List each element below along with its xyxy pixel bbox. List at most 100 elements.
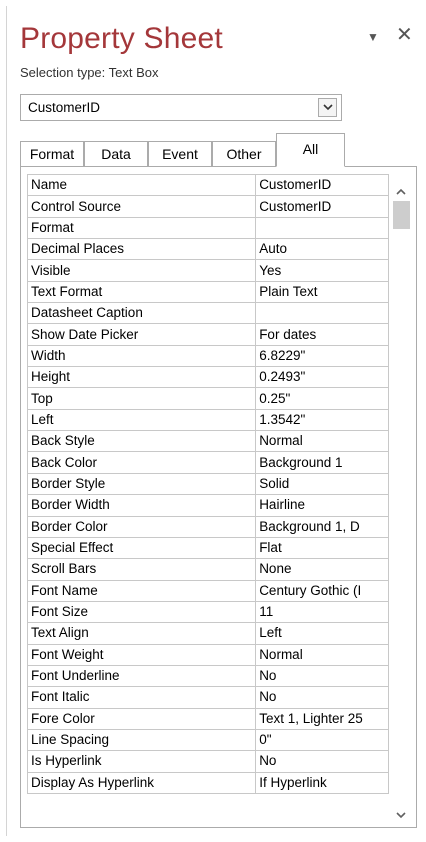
property-value[interactable]: Century Gothic (I <box>255 579 389 602</box>
property-name: Top <box>26 387 257 410</box>
property-row[interactable]: Datasheet Caption <box>26 302 389 325</box>
property-row[interactable]: Is Hyperlink No <box>26 750 389 773</box>
property-value[interactable]: 0.2493" <box>255 366 389 389</box>
property-value[interactable]: Normal <box>255 430 389 453</box>
property-row[interactable]: Show Date Picker For dates <box>26 323 389 346</box>
property-value[interactable]: Background 1, D <box>255 515 389 538</box>
close-icon[interactable]: ✕ <box>396 22 413 47</box>
property-name: Show Date Picker <box>26 323 257 346</box>
combo-dropdown-button[interactable] <box>318 98 337 117</box>
tab-all[interactable]: All <box>276 133 345 167</box>
property-name: Width <box>26 344 257 368</box>
property-value[interactable]: Auto <box>255 238 389 261</box>
tab-strip: Format Data Event Other All <box>20 133 400 167</box>
selection-combo[interactable]: CustomerID <box>20 94 342 121</box>
property-value[interactable] <box>255 302 389 325</box>
property-name: Font Underline <box>26 664 257 688</box>
property-row[interactable]: Back Color Background 1 <box>26 451 389 474</box>
property-row[interactable]: Height 0.2493" <box>26 366 389 389</box>
property-value[interactable]: CustomerID <box>255 173 389 197</box>
property-name: Back Style <box>26 430 257 453</box>
property-value[interactable]: Solid <box>255 472 389 496</box>
property-value[interactable]: Flat <box>255 536 389 560</box>
property-value[interactable]: 1.3542" <box>255 408 389 432</box>
selection-combo-value: CustomerID <box>28 100 101 115</box>
property-value[interactable]: If Hyperlink <box>255 771 389 794</box>
property-value[interactable]: Text 1, Lighter 25 <box>255 707 389 730</box>
property-name: Back Color <box>26 451 257 474</box>
property-name: Font Weight <box>26 643 257 666</box>
property-name: Datasheet Caption <box>26 302 257 325</box>
scroll-down-icon[interactable] <box>390 805 412 825</box>
property-row[interactable]: Display As Hyperlink If Hyperlink <box>26 771 389 794</box>
property-row[interactable]: Text Align Left <box>26 622 389 645</box>
property-name: Format <box>26 216 257 240</box>
property-row[interactable]: Line Spacing 0" <box>26 728 389 752</box>
property-row[interactable]: Back Style Normal <box>26 430 389 453</box>
scroll-thumb[interactable] <box>393 201 410 229</box>
property-row[interactable]: Fore Color Text 1, Lighter 25 <box>26 707 389 730</box>
property-value[interactable]: Plain Text <box>255 280 389 304</box>
property-name: Line Spacing <box>26 728 257 752</box>
property-name: Fore Color <box>26 707 257 730</box>
property-value[interactable]: Hairline <box>255 494 389 517</box>
property-value[interactable]: For dates <box>255 323 389 346</box>
tab-other[interactable]: Other <box>212 141 276 166</box>
property-row[interactable]: Scroll Bars None <box>26 558 389 581</box>
property-value[interactable]: Background 1 <box>255 451 389 474</box>
property-row[interactable]: Special Effect Flat <box>26 536 389 560</box>
property-row[interactable]: Text Format Plain Text <box>26 280 389 304</box>
property-name: Text Format <box>26 280 257 304</box>
property-name: Font Italic <box>26 686 257 709</box>
property-value[interactable]: 0.25" <box>255 387 389 410</box>
property-name: Font Size <box>26 600 257 624</box>
tab-format[interactable]: Format <box>20 141 84 166</box>
property-row[interactable]: Font Underline No <box>26 664 389 688</box>
property-row[interactable]: Border Color Background 1, D <box>26 515 389 538</box>
property-row[interactable]: Left 1.3542" <box>26 408 389 432</box>
property-name: Height <box>26 366 257 389</box>
property-name: Control Source <box>26 195 257 218</box>
property-row[interactable]: Format <box>26 216 389 240</box>
property-grid-frame: Name CustomerID Control Source CustomerID Fo… <box>20 166 417 828</box>
property-value[interactable]: 0" <box>255 728 389 752</box>
property-row[interactable]: Decimal Places Auto <box>26 238 389 261</box>
property-row[interactable]: Width 6.8229" <box>26 344 389 368</box>
tab-event[interactable]: Event <box>148 141 212 166</box>
dropdown-arrow-icon[interactable]: ▼ <box>367 30 379 44</box>
property-value[interactable]: No <box>255 686 389 709</box>
property-value[interactable]: No <box>255 750 389 773</box>
property-name: Border Style <box>26 472 257 496</box>
property-row[interactable]: Border Style Solid <box>26 472 389 496</box>
property-row[interactable]: Visible Yes <box>26 259 389 282</box>
property-name: Text Align <box>26 622 257 645</box>
property-name: Scroll Bars <box>26 558 257 581</box>
tab-data[interactable]: Data <box>84 141 148 166</box>
chevron-down-icon <box>323 104 333 111</box>
property-row[interactable]: Font Name Century Gothic (I <box>26 579 389 602</box>
property-value[interactable]: 6.8229" <box>255 344 389 368</box>
pane-title: Property Sheet <box>20 22 223 55</box>
property-row[interactable]: Font Size 11 <box>26 600 389 624</box>
property-row[interactable]: Border Width Hairline <box>26 494 389 517</box>
property-value[interactable] <box>255 216 389 240</box>
property-name: Border Width <box>26 494 257 517</box>
property-name: Is Hyperlink <box>26 750 257 773</box>
property-row[interactable]: Name CustomerID <box>26 173 389 197</box>
scroll-up-icon[interactable] <box>390 182 412 202</box>
property-name: Left <box>26 408 257 432</box>
property-value[interactable]: Left <box>255 622 389 645</box>
vertical-scrollbar[interactable] <box>390 174 412 825</box>
property-value[interactable]: CustomerID <box>255 195 389 218</box>
property-row[interactable]: Top 0.25" <box>26 387 389 410</box>
property-row[interactable]: Font Weight Normal <box>26 643 389 666</box>
property-value[interactable]: Yes <box>255 259 389 282</box>
property-value[interactable]: No <box>255 664 389 688</box>
property-row[interactable]: Control Source CustomerID <box>26 195 389 218</box>
property-row[interactable]: Font Italic No <box>26 686 389 709</box>
property-value[interactable]: Normal <box>255 643 389 666</box>
property-value[interactable]: None <box>255 558 389 581</box>
property-name: Visible <box>26 259 257 282</box>
property-name: Special Effect <box>26 536 257 560</box>
property-value[interactable]: 11 <box>255 600 389 624</box>
